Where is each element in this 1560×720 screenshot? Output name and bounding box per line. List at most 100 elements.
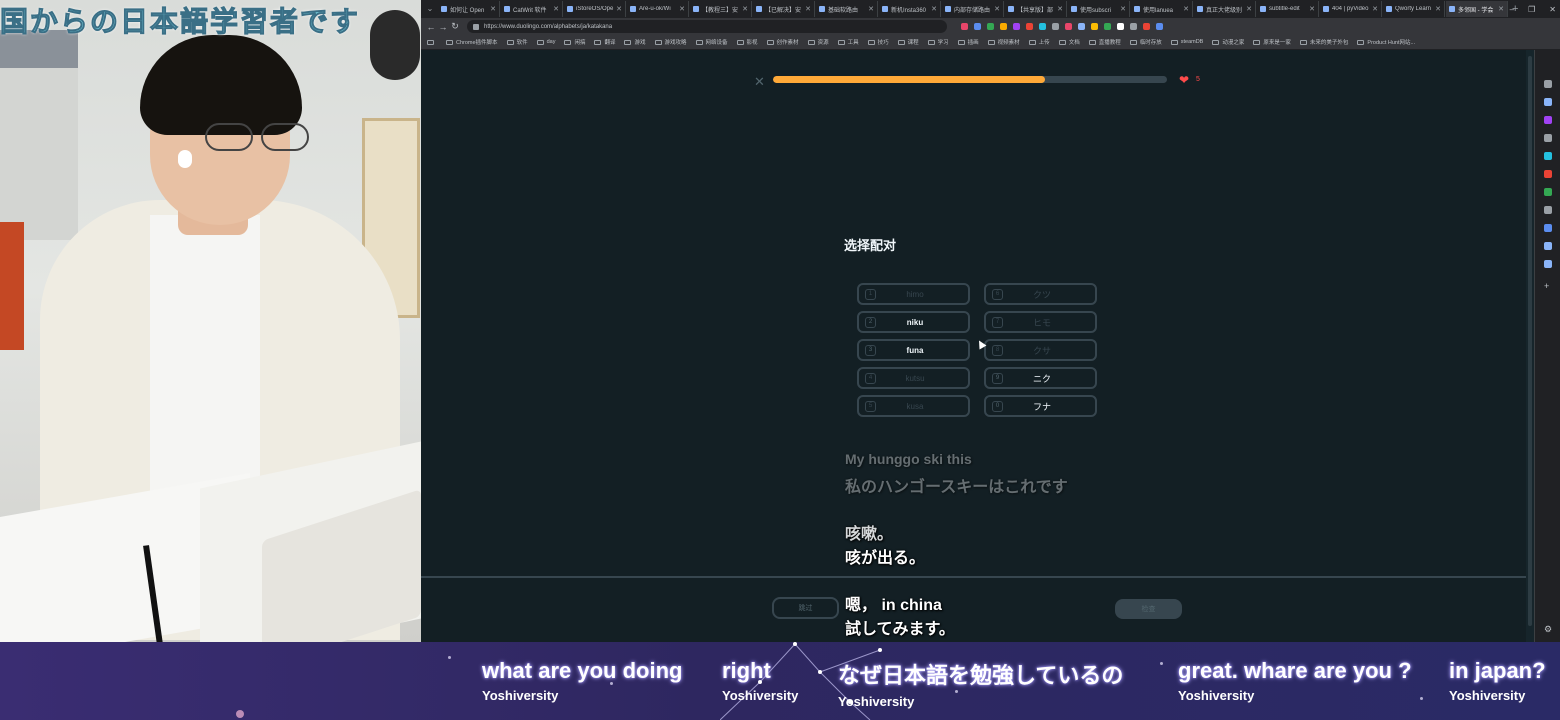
bookmark-item[interactable]: 网络设备 — [695, 38, 728, 46]
minimize-icon[interactable]: – — [1510, 5, 1514, 14]
browser-tab[interactable]: 404 | pyVideo ✕ — [1320, 1, 1382, 17]
bookmark-item[interactable]: 翻译 — [594, 38, 615, 46]
bookmark-item[interactable]: steamDB — [1170, 38, 1203, 46]
bookmark-item[interactable]: 工具 — [837, 38, 859, 46]
bookmark-item[interactable]: 直播教程 — [1088, 38, 1121, 46]
bookmark-item[interactable]: 技巧 — [867, 38, 889, 46]
extension-icon[interactable] — [1039, 23, 1046, 30]
side-panel-icon[interactable] — [1544, 224, 1552, 232]
bookmark-item[interactable]: 游戏攻略 — [654, 38, 687, 46]
close-window-icon[interactable]: ✕ — [1549, 5, 1556, 14]
extension-icon[interactable] — [1000, 23, 1007, 30]
extension-icon[interactable] — [1091, 23, 1098, 30]
extension-icon[interactable] — [974, 23, 981, 30]
bookmark-item[interactable]: 闲搞 — [564, 38, 585, 46]
tab-close-icon[interactable]: ✕ — [931, 5, 937, 13]
choice-tile[interactable]: 4 kutsu — [857, 367, 970, 389]
tab-close-icon[interactable]: ✕ — [994, 5, 1000, 13]
maximize-icon[interactable]: ❐ — [1528, 5, 1535, 14]
choice-tile[interactable]: 9 ニク — [984, 367, 1097, 389]
browser-tab[interactable]: 基础软路由 ✕ — [816, 1, 878, 17]
choice-tile[interactable]: 8 クサ — [984, 339, 1097, 361]
bookmark-item[interactable]: 资源 — [807, 38, 829, 46]
tab-search-icon[interactable]: ⌄ — [423, 3, 437, 15]
choice-tile[interactable]: 5 kusa — [857, 395, 970, 417]
bookmark-item[interactable]: Product Hunt网站... — [1357, 38, 1415, 46]
extension-icon[interactable] — [987, 23, 994, 30]
bookmark-item[interactable]: 动漫之家 — [1212, 38, 1244, 46]
side-panel-icon[interactable] — [1544, 134, 1552, 142]
extension-icon[interactable] — [1078, 23, 1085, 30]
browser-tab[interactable]: 真正大佬级别 ✕ — [1194, 1, 1256, 17]
extension-icon[interactable] — [961, 23, 968, 30]
extension-icon[interactable] — [1143, 23, 1150, 30]
bookmark-item[interactable]: Chrome插件脚本 — [446, 38, 498, 46]
side-panel-icon[interactable] — [1544, 116, 1552, 124]
extension-icon[interactable] — [1156, 23, 1163, 30]
bookmark-item[interactable]: 上传 — [1028, 38, 1050, 46]
tab-close-icon[interactable]: ✕ — [679, 5, 685, 13]
tab-close-icon[interactable]: ✕ — [1120, 5, 1126, 13]
browser-tab[interactable]: 多邻国 - 学会 ✕ — [1446, 1, 1508, 17]
tab-close-icon[interactable]: ✕ — [742, 5, 748, 13]
browser-tab[interactable]: Are-u-ok/Wi ✕ — [627, 1, 689, 17]
choice-tile[interactable]: 1 himo — [857, 283, 970, 305]
extension-icon[interactable] — [1013, 23, 1020, 30]
browser-tab[interactable]: 【已解决】安 ✕ — [753, 1, 815, 17]
bookmark-item[interactable]: 影视 — [736, 38, 758, 46]
choice-tile[interactable]: 6 クツ — [984, 283, 1097, 305]
settings-gear-icon[interactable]: ⚙ — [1544, 625, 1552, 634]
browser-tab[interactable]: subtitle-edit ✕ — [1257, 1, 1319, 17]
tab-close-icon[interactable]: ✕ — [1309, 5, 1315, 13]
reload-icon[interactable]: ↻ — [449, 21, 461, 32]
bookmark-item[interactable]: 文档 — [1058, 38, 1080, 46]
tab-close-icon[interactable]: ✕ — [805, 5, 811, 13]
site-info-icon[interactable] — [473, 23, 479, 30]
bookmark-item[interactable]: 游戏 — [624, 38, 646, 46]
tab-close-icon[interactable]: ✕ — [616, 5, 622, 13]
browser-tab[interactable]: 【共享版】部 ✕ — [1005, 1, 1067, 17]
side-panel-icon[interactable] — [1544, 98, 1552, 106]
add-panel-icon[interactable]: + — [1544, 282, 1552, 291]
extension-icon[interactable] — [1065, 23, 1072, 30]
tab-close-icon[interactable]: ✕ — [490, 5, 496, 13]
choice-tile[interactable]: 3 funa — [857, 339, 970, 361]
forward-icon[interactable]: → — [437, 22, 449, 32]
browser-tab[interactable]: 内部存储路由 ✕ — [942, 1, 1004, 17]
bookmark-item[interactable]: 软件 — [506, 38, 528, 46]
browser-tab[interactable]: 使用lanuea ✕ — [1131, 1, 1193, 17]
tab-close-icon[interactable]: ✕ — [1372, 5, 1378, 13]
tab-close-icon[interactable]: ✕ — [1435, 5, 1441, 13]
bookmark-item[interactable]: 课程 — [897, 38, 919, 46]
side-panel-icon[interactable] — [1544, 188, 1552, 196]
side-panel-icon[interactable] — [1544, 80, 1552, 88]
choice-tile[interactable]: 0 フナ — [984, 395, 1097, 417]
side-panel-icon[interactable] — [1544, 206, 1552, 214]
extension-icon[interactable] — [1104, 23, 1111, 30]
tab-close-icon[interactable]: ✕ — [868, 5, 874, 13]
tab-close-icon[interactable]: ✕ — [1246, 5, 1252, 13]
side-panel-icon[interactable] — [1544, 152, 1552, 160]
bookmark-item[interactable]: 原来是一家 — [1253, 38, 1291, 46]
browser-tab[interactable]: 【教程三】安 ✕ — [690, 1, 752, 17]
check-button[interactable]: 检查 — [1115, 599, 1182, 619]
extension-icon[interactable] — [1117, 23, 1124, 30]
side-panel-icon[interactable] — [1544, 170, 1552, 178]
tab-close-icon[interactable]: ✕ — [1183, 5, 1189, 13]
browser-tab[interactable]: 使用subscri ✕ — [1068, 1, 1130, 17]
bookmark-item[interactable]: 临时存放 — [1129, 38, 1162, 46]
browser-tab[interactable]: 新机Insta360 ✕ — [879, 1, 941, 17]
close-lesson-icon[interactable]: ✕ — [754, 74, 765, 90]
browser-tab[interactable]: 如何让 Open ✕ — [438, 1, 500, 17]
apps-icon[interactable] — [427, 39, 437, 45]
tab-close-icon[interactable]: ✕ — [1057, 5, 1063, 13]
extension-icon[interactable] — [1130, 23, 1137, 30]
page-scrollbar[interactable] — [1526, 50, 1534, 642]
bookmark-item[interactable]: 未来的美子外包 — [1299, 38, 1348, 46]
extension-icon[interactable] — [1026, 23, 1033, 30]
browser-tab[interactable]: Qworty Learn ✕ — [1383, 1, 1445, 17]
skip-button[interactable]: 跳过 — [772, 597, 839, 619]
choice-tile[interactable]: 7 ヒモ — [984, 311, 1097, 333]
extension-icon[interactable] — [1052, 23, 1059, 30]
browser-tab[interactable]: iStoreOS/Ope ✕ — [564, 1, 626, 17]
